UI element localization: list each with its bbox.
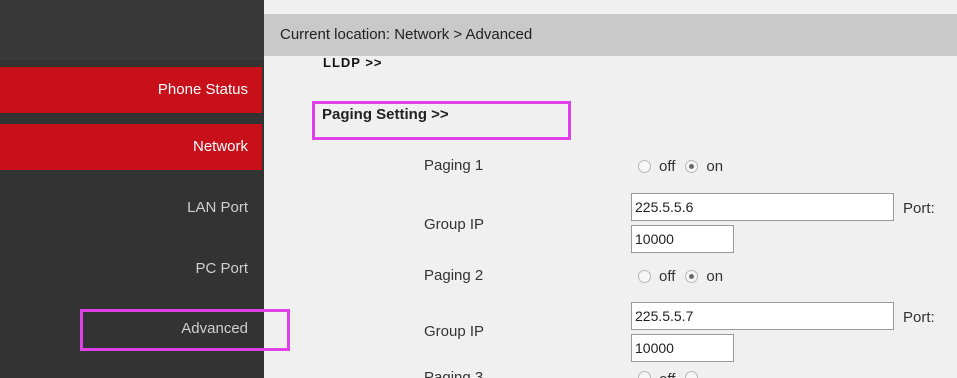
paging-3-radio-group: off — [638, 371, 699, 378]
paging-2-off-radio[interactable] — [638, 270, 651, 283]
group-ip-1-label: Group IP — [424, 216, 485, 233]
paging-2-on-radio[interactable] — [685, 270, 699, 283]
port-1-input[interactable]: 10000 — [631, 225, 734, 253]
sidebar-item-lan-port[interactable]: LAN Port — [0, 185, 262, 231]
paging-1-on-label: on — [706, 158, 724, 175]
sidebar-header — [0, 0, 264, 60]
port-2-input[interactable]: 10000 — [631, 334, 734, 362]
paging-1-label: Paging 1 — [424, 157, 484, 174]
paging-1-radio-group: off on — [638, 158, 733, 175]
port-1-label: Port: — [903, 200, 935, 217]
breadcrumb: Current location: Network > Advanced — [264, 14, 957, 56]
sidebar-item-network[interactable]: Network — [0, 124, 262, 170]
paging-1-off-label: off — [659, 158, 676, 175]
paging-setting-highlight-box — [312, 101, 571, 140]
group-ip-2-input[interactable]: 225.5.5.7 — [631, 302, 894, 330]
paging-3-on-radio[interactable] — [685, 371, 699, 378]
lldp-section-link[interactable]: LLDP >> — [323, 56, 383, 70]
paging-2-label: Paging 2 — [424, 267, 484, 284]
group-ip-1-input[interactable]: 225.5.5.6 — [631, 193, 894, 221]
paging-3-label: Paging 3 — [424, 371, 483, 378]
paging-3-off-label: off — [659, 371, 675, 378]
paging-1-on-radio[interactable] — [685, 160, 699, 173]
sidebar-item-phone-status[interactable]: Phone Status — [0, 67, 262, 113]
paging-3-off-radio[interactable] — [638, 371, 651, 378]
paging-2-radio-group: off on — [638, 268, 733, 285]
advanced-highlight-box — [80, 309, 290, 351]
port-2-label: Port: — [903, 309, 935, 326]
sidebar-item-pc-port[interactable]: PC Port — [0, 246, 262, 292]
paging-2-off-label: off — [659, 268, 676, 285]
paging-2-on-label: on — [706, 268, 724, 285]
paging-1-off-radio[interactable] — [638, 160, 651, 173]
group-ip-2-label: Group IP — [424, 323, 485, 340]
